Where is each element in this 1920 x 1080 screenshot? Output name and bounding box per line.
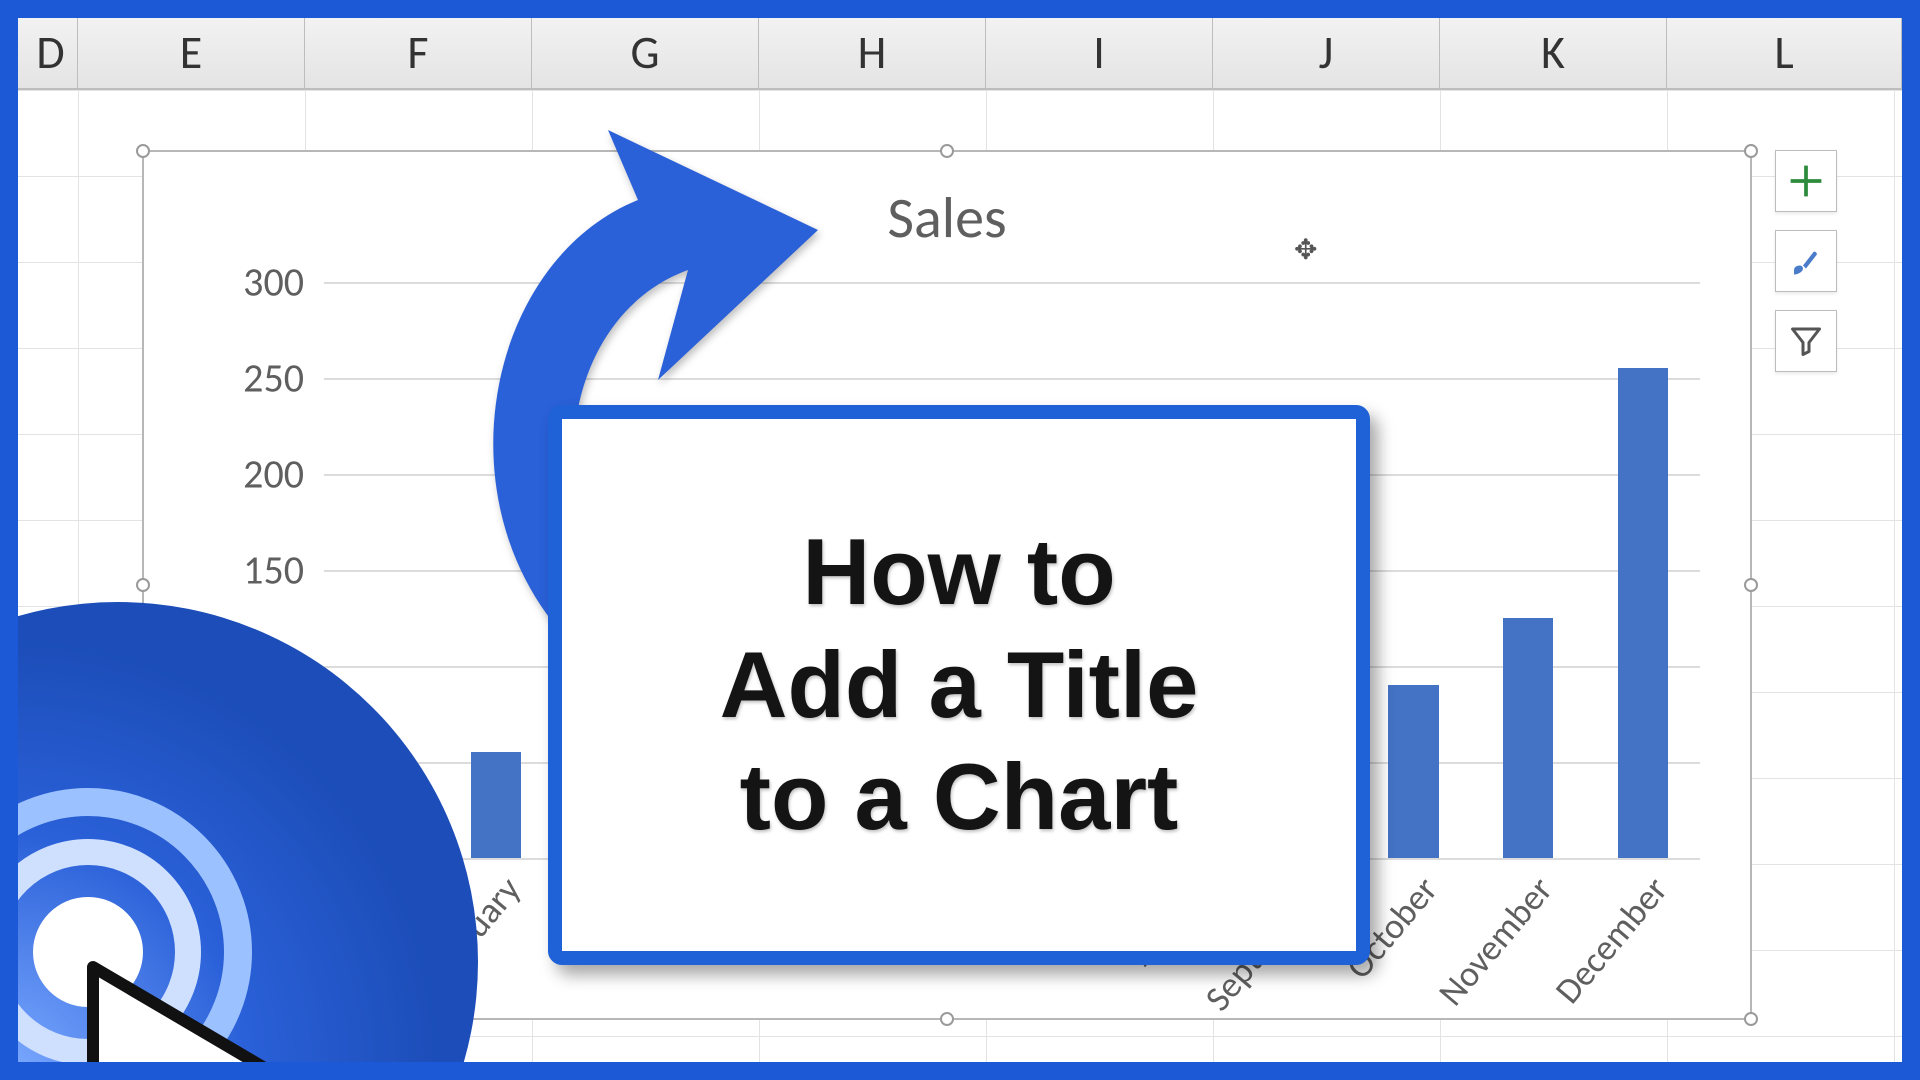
- chart-bar[interactable]: [1618, 368, 1668, 858]
- tutorial-line: How to: [720, 516, 1199, 629]
- resize-handle[interactable]: [136, 1012, 150, 1026]
- brush-icon: [1788, 243, 1824, 279]
- resize-handle[interactable]: [1744, 1012, 1758, 1026]
- y-axis: 50100150200250300: [214, 282, 304, 858]
- resize-handle[interactable]: [1744, 578, 1758, 592]
- chart-filters-button[interactable]: [1775, 310, 1837, 372]
- resize-handle[interactable]: [940, 1012, 954, 1026]
- column-header-H[interactable]: H: [759, 18, 986, 88]
- excel-window: D E F G H I J K L Sales ✥ 50100150200250…: [18, 18, 1902, 1062]
- tutorial-title-card: How to Add a Title to a Chart: [548, 405, 1370, 965]
- tutorial-title-text: How to Add a Title to a Chart: [720, 516, 1199, 854]
- worksheet-grid[interactable]: Sales ✥ 50100150200250300 JanuaryFebruar…: [18, 90, 1902, 1062]
- chart-bar[interactable]: [471, 752, 521, 858]
- resize-handle[interactable]: [136, 578, 150, 592]
- y-tick-label: 100: [214, 642, 304, 691]
- resize-handle[interactable]: [1744, 144, 1758, 158]
- y-tick-label: 250: [214, 354, 304, 403]
- column-header-I[interactable]: I: [986, 18, 1213, 88]
- resize-handle[interactable]: [136, 144, 150, 158]
- resize-handle[interactable]: [940, 144, 954, 158]
- chart-styles-button[interactable]: [1775, 230, 1837, 292]
- chart-side-tools: [1775, 150, 1837, 372]
- chart-title[interactable]: Sales: [144, 182, 1750, 253]
- column-header-D[interactable]: D: [18, 18, 78, 88]
- chart-bar[interactable]: [1503, 618, 1553, 858]
- y-tick-label: 200: [214, 450, 304, 499]
- y-tick-label: 300: [214, 258, 304, 307]
- column-header-E[interactable]: E: [78, 18, 305, 88]
- y-tick-label: 50: [214, 738, 304, 787]
- x-tick-label: January: [309, 868, 415, 983]
- column-header-G[interactable]: G: [532, 18, 759, 88]
- chart-bar[interactable]: [1388, 685, 1438, 858]
- tutorial-line: to a Chart: [720, 741, 1199, 854]
- chart-elements-button[interactable]: [1775, 150, 1837, 212]
- column-header-F[interactable]: F: [305, 18, 532, 88]
- tutorial-line: Add a Title: [720, 629, 1199, 742]
- chart-bar[interactable]: [356, 810, 406, 858]
- funnel-icon: [1788, 323, 1824, 359]
- y-tick-label: 150: [214, 546, 304, 595]
- column-header-L[interactable]: L: [1667, 18, 1902, 88]
- plus-icon: [1788, 163, 1824, 199]
- column-header-row: D E F G H I J K L: [18, 18, 1902, 90]
- column-header-J[interactable]: J: [1213, 18, 1440, 88]
- column-header-K[interactable]: K: [1440, 18, 1667, 88]
